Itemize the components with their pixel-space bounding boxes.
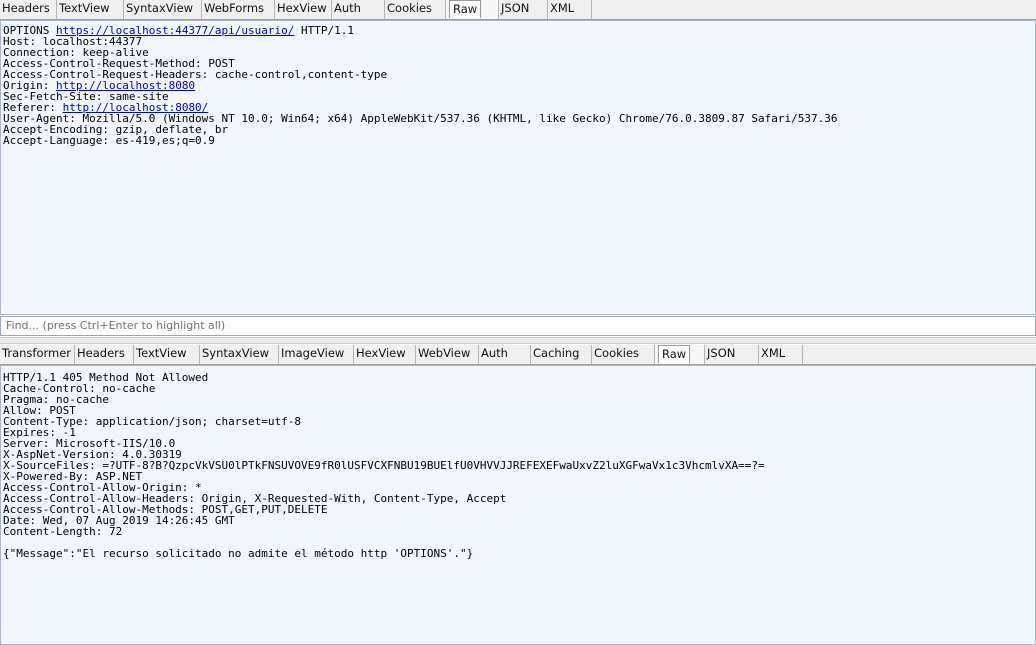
tab-label: WebView (418, 346, 471, 360)
response-header-line: Content-Length: 72 (3, 525, 123, 538)
tab-label: TextView (136, 346, 187, 360)
resp-tab-raw[interactable]: Raw (655, 345, 705, 364)
req-tab-xml[interactable]: XML (548, 0, 592, 19)
tab-label: JSON (707, 346, 736, 360)
request-raw-pane[interactable]: OPTIONS https://localhost:44377/api/usua… (0, 20, 1036, 315)
tab-label: Auth (481, 346, 508, 360)
resp-tab-textview[interactable]: TextView (134, 345, 200, 364)
tab-label: XML (761, 346, 786, 360)
header-host: Host: localhost:44377 (3, 35, 143, 48)
response-header-line: Pragma: no-cache (3, 393, 109, 406)
req-tab-webforms[interactable]: WebForms (202, 0, 275, 19)
tab-label: Transformer (2, 346, 72, 360)
tab-label: Cookies (387, 1, 433, 15)
tab-label: Cookies (594, 346, 640, 360)
resp-tab-caching[interactable]: Caching (531, 345, 592, 364)
tab-label: Caching (533, 346, 580, 360)
request-line: OPTIONS https://localhost:44377/api/usua… (1, 25, 1035, 36)
req-tab-auth[interactable]: Auth (332, 0, 385, 19)
tab-label: WebForms (204, 1, 265, 15)
response-status-line: HTTP/1.1 405 Method Not Allowed (3, 371, 209, 384)
req-tab-headers[interactable]: Headers (0, 0, 57, 19)
resp-tab-transformer[interactable]: Transformer (0, 345, 75, 364)
tab-label: HexView (356, 346, 406, 360)
request-tab-bar: Headers TextView SyntaxView WebForms Hex… (0, 0, 1036, 20)
tab-label: TextView (59, 1, 110, 15)
tab-label: Headers (2, 1, 50, 15)
response-header-line: Content-Type: application/json; charset=… (3, 415, 302, 428)
tab-label: Auth (334, 1, 361, 15)
resp-tab-json[interactable]: JSON (705, 345, 759, 364)
header-accept-language: Accept-Language: es-419,es;q=0.9 (3, 134, 215, 147)
req-tab-cookies[interactable]: Cookies (385, 0, 446, 19)
resp-tab-imageview[interactable]: ImageView (279, 345, 354, 364)
tab-label: Raw (449, 0, 482, 18)
resp-tab-hexview[interactable]: HexView (354, 345, 416, 364)
tab-label: HexView (277, 1, 327, 15)
resp-tab-xml[interactable]: XML (759, 345, 803, 364)
response-header-line: X-SourceFiles: =?UTF-8?B?QzpcVkVSU0lPTkF… (3, 459, 765, 472)
response-header-line: Date: Wed, 07 Aug 2019 14:26:45 GMT (3, 514, 235, 527)
find-input[interactable]: Find... (press Ctrl+Enter to highlight a… (0, 316, 1036, 336)
resp-tab-syntaxview[interactable]: SyntaxView (200, 345, 279, 364)
response-raw-pane[interactable]: HTTP/1.1 405 Method Not Allowed Cache-Co… (0, 365, 1036, 645)
response-tab-bar: Transformer Headers TextView SyntaxView … (0, 345, 1036, 365)
tab-label: Raw (658, 345, 691, 363)
tab-label: JSON (501, 1, 530, 15)
pane-splitter[interactable] (0, 337, 1036, 344)
tab-label: Headers (77, 346, 125, 360)
tab-label: XML (550, 1, 575, 15)
response-body: {"Message":"El recurso solicitado no adm… (3, 547, 474, 560)
tab-label: SyntaxView (202, 346, 270, 360)
req-tab-textview[interactable]: TextView (57, 0, 124, 19)
tab-label: ImageView (281, 346, 345, 360)
tab-label: SyntaxView (126, 1, 194, 15)
resp-tab-webview[interactable]: WebView (416, 345, 479, 364)
req-tab-hexview[interactable]: HexView (275, 0, 332, 19)
resp-tab-auth[interactable]: Auth (479, 345, 531, 364)
response-header-line: Cache-Control: no-cache (3, 382, 156, 395)
req-tab-json[interactable]: JSON (499, 0, 548, 19)
resp-tab-cookies[interactable]: Cookies (592, 345, 655, 364)
resp-tab-headers[interactable]: Headers (75, 345, 134, 364)
http-version: HTTP/1.1 (301, 24, 355, 37)
req-tab-raw[interactable]: Raw (446, 0, 499, 19)
req-tab-syntaxview[interactable]: SyntaxView (124, 0, 202, 19)
